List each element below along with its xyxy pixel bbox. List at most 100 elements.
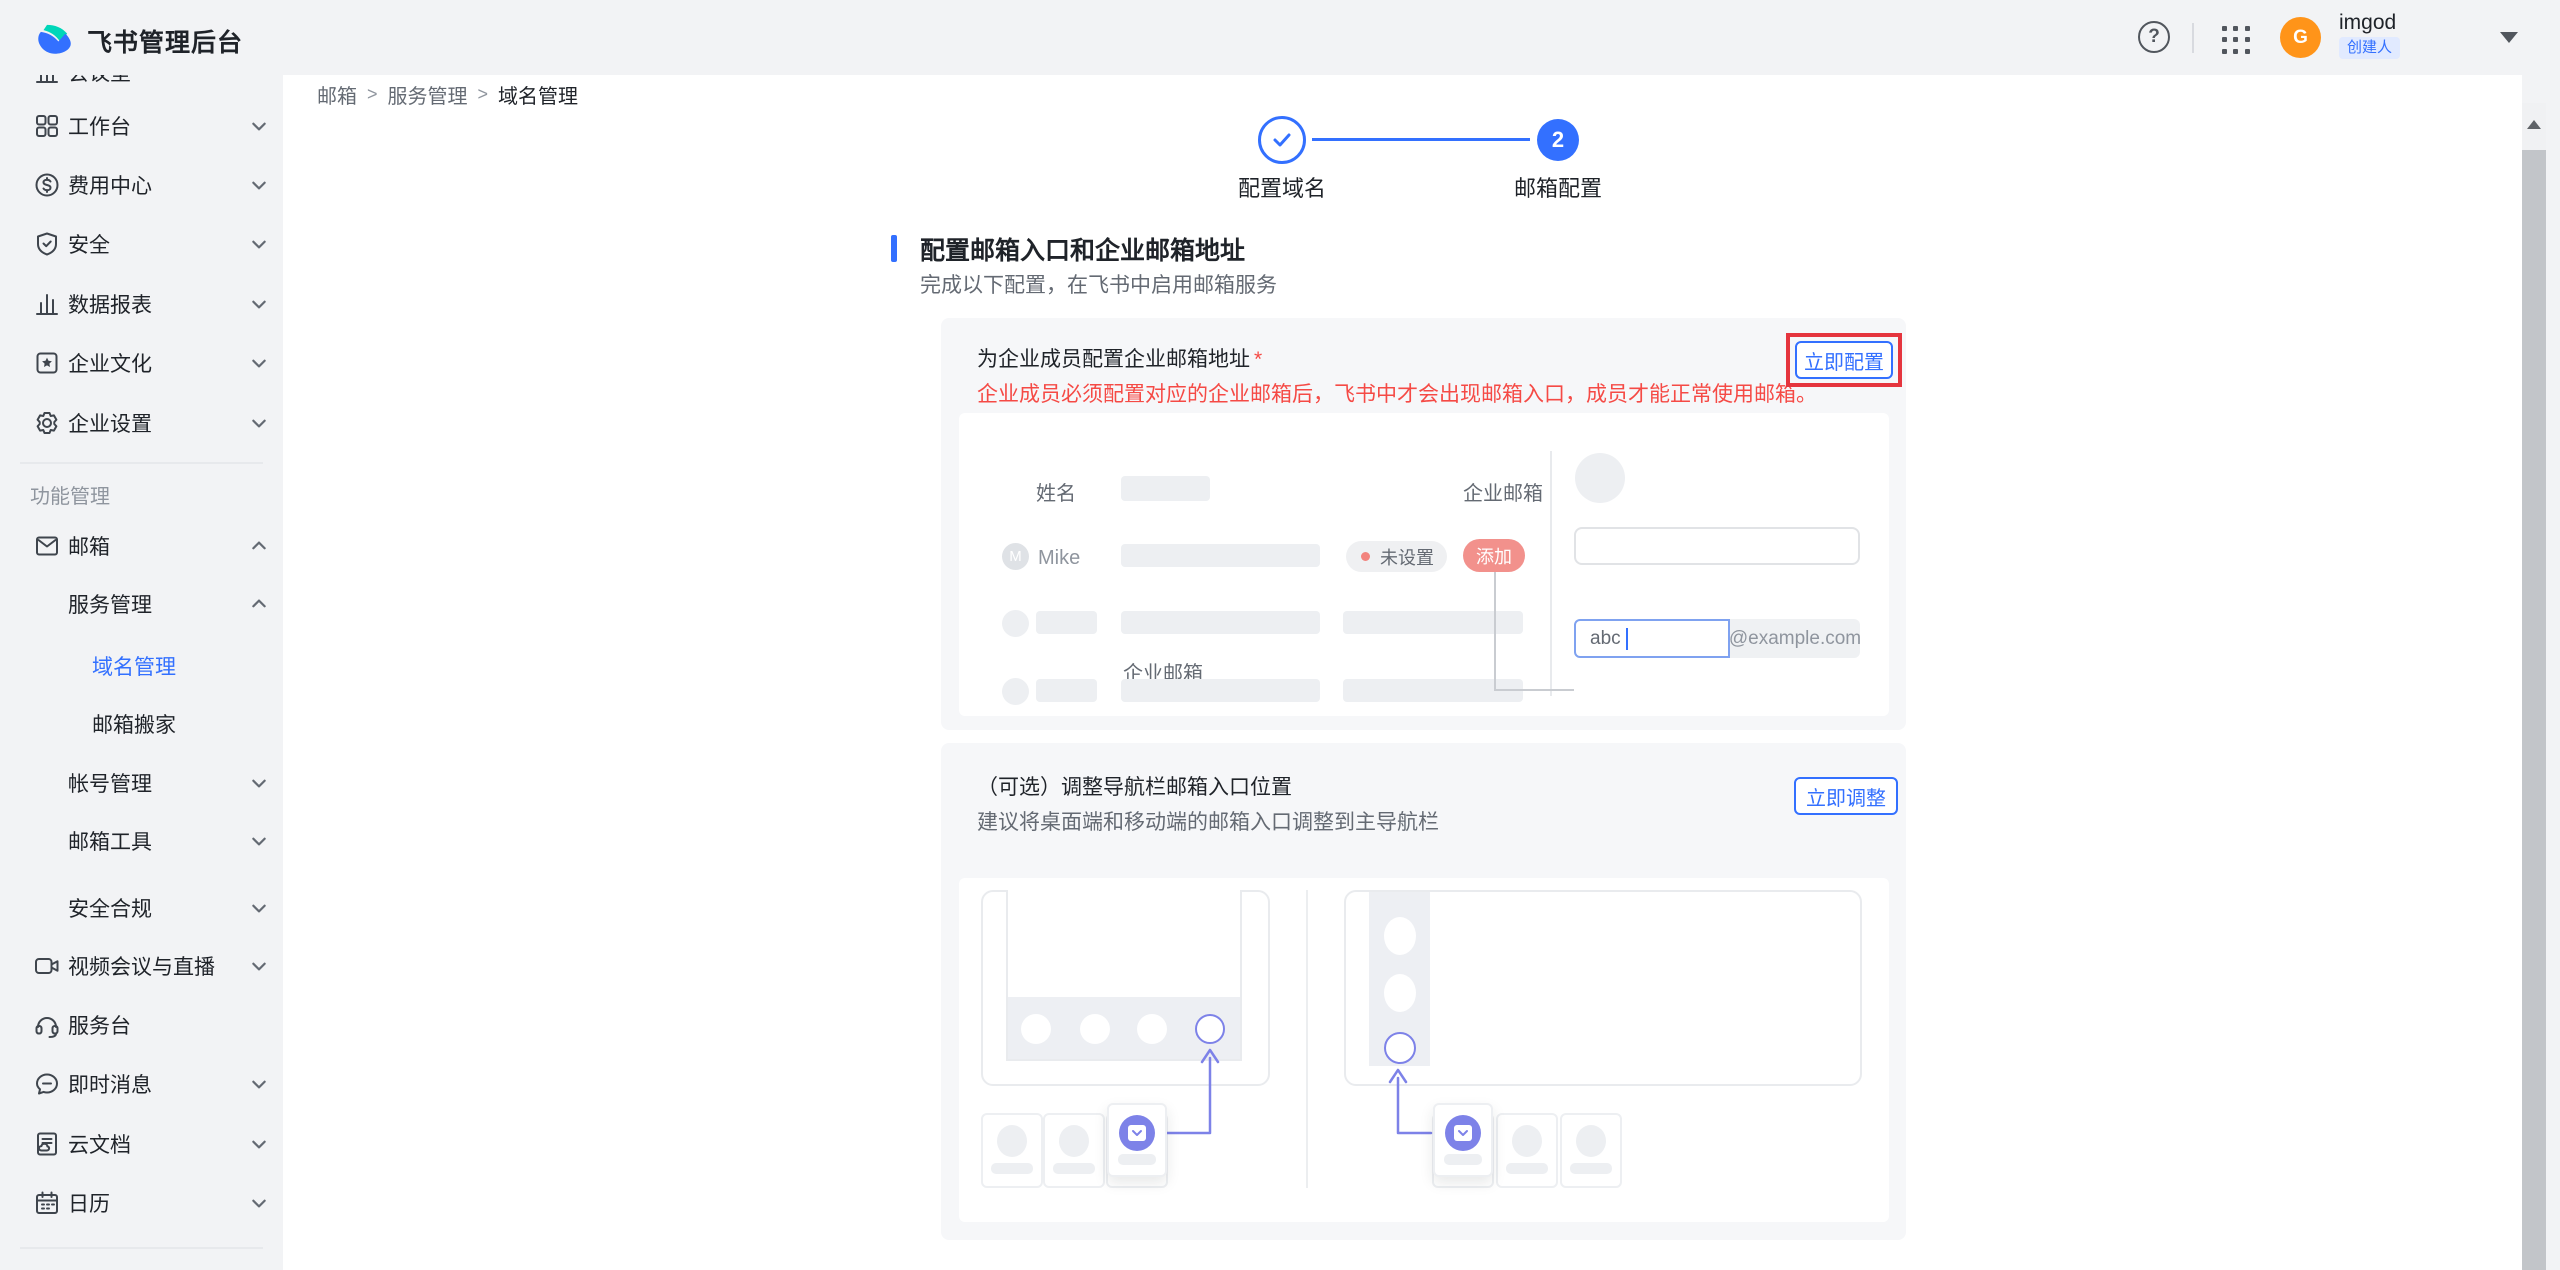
calendar-icon xyxy=(33,1189,61,1217)
breadcrumb-service-mgmt[interactable]: 服务管理 xyxy=(388,80,468,109)
sidebar-item-mail[interactable]: 邮箱 xyxy=(0,526,283,566)
video-icon xyxy=(33,952,61,980)
sidebar-item-mail-tools[interactable]: 邮箱工具 xyxy=(0,821,283,861)
header-divider xyxy=(2192,23,2194,53)
illustration-divider xyxy=(1306,890,1308,1188)
sidebar-item-data-report[interactable]: 数据报表 xyxy=(0,284,283,324)
sidebar-item-mail-migration[interactable]: 邮箱搬家 xyxy=(0,704,283,744)
member-name: Mike xyxy=(1038,547,1080,570)
scrollbar-thumb[interactable] xyxy=(2522,150,2546,1270)
card-warning-text: 企业成员必须配置对应的企业邮箱后，飞书中才会出现邮箱入口，成员才能正常使用邮箱。 xyxy=(977,378,1817,408)
sidebar-item-org-settings[interactable]: 企业设置 xyxy=(0,403,283,443)
chevron-down-icon xyxy=(250,117,268,135)
mail-app-card xyxy=(1107,1103,1167,1177)
chevron-up-icon xyxy=(250,595,268,613)
sidebar-item-im[interactable]: 即时消息 xyxy=(0,1064,283,1104)
skeleton-bar xyxy=(1036,611,1097,634)
add-pill-button: 添加 xyxy=(1463,539,1525,572)
scrollbar-up-arrow[interactable] xyxy=(2522,103,2546,145)
step-1-label: 配置域名 xyxy=(1218,171,1346,203)
step-2-badge: 2 xyxy=(1537,119,1579,161)
docs-icon xyxy=(33,1130,61,1158)
step-connector-line xyxy=(1312,138,1530,141)
breadcrumb-mail[interactable]: 邮箱 xyxy=(317,80,357,109)
mailbox-illustration: 姓名 企业邮箱 M Mike 未设置 添加 企业邮箱 xyxy=(959,413,1889,716)
connector-line xyxy=(1494,572,1496,691)
breadcrumb-separator: > xyxy=(367,84,378,105)
cost-center-icon xyxy=(33,171,61,199)
nav-illustration xyxy=(959,878,1889,1222)
sidebar-item-cloud-docs[interactable]: 云文档 xyxy=(0,1124,283,1164)
sidebar-item-domain-mgmt[interactable]: 域名管理 xyxy=(0,646,283,686)
card-title: （可选）调整导航栏邮箱入口位置 xyxy=(977,771,1292,801)
chevron-down-icon xyxy=(250,235,268,253)
required-mark: * xyxy=(1254,348,1262,371)
skeleton-bar xyxy=(1121,611,1320,634)
sidebar-item-helpdesk[interactable]: 服务台 xyxy=(0,1005,283,1045)
chevron-down-icon xyxy=(250,295,268,313)
sidebar-item-meeting-room[interactable]: 会议室 xyxy=(0,75,283,92)
email-suffix-box: @example.com xyxy=(1730,619,1860,658)
main-content: 邮箱 > 服务管理 > 域名管理 2 配置域名 邮箱配置 配置邮箱入口和企业邮箱… xyxy=(283,75,2546,1270)
help-icon[interactable]: ? xyxy=(2138,21,2170,53)
dropdown-caret-icon[interactable] xyxy=(2500,32,2518,43)
culture-icon xyxy=(33,349,61,377)
skeleton-avatar xyxy=(1002,678,1029,705)
chevron-down-icon xyxy=(250,1135,268,1153)
card-nav-entry: （可选）调整导航栏邮箱入口位置 建议将桌面端和移动端的邮箱入口调整到主导航栏 立… xyxy=(941,743,1906,1240)
app-logo: 飞书管理后台 xyxy=(33,17,243,64)
mail-bubble-icon xyxy=(1119,1115,1155,1151)
chevron-down-icon xyxy=(250,1075,268,1093)
nav-slot xyxy=(1384,974,1416,1012)
sidebar-section-label: 功能管理 xyxy=(30,480,110,509)
app-card xyxy=(1496,1113,1558,1188)
card-subtitle: 建议将桌面端和移动端的邮箱入口调整到主导航栏 xyxy=(977,806,1439,836)
sidebar-item-workplace[interactable]: 工作台 xyxy=(0,106,283,146)
sidebar-item-video-meeting[interactable]: 视频会议与直播 xyxy=(0,946,283,986)
email-prefix-input: abc xyxy=(1574,619,1730,658)
card-title: 为企业成员配置企业邮箱地址* xyxy=(977,343,1262,373)
app-card xyxy=(981,1113,1043,1188)
card-mailbox-address: 为企业成员配置企业邮箱地址* 企业成员必须配置对应的企业邮箱后，飞书中才会出现邮… xyxy=(941,318,1906,730)
chevron-down-icon xyxy=(250,414,268,432)
app-title: 飞书管理后台 xyxy=(87,23,243,59)
sidebar-item-calendar[interactable]: 日历 xyxy=(0,1183,283,1223)
breadcrumb: 邮箱 > 服务管理 > 域名管理 xyxy=(317,80,578,109)
skeleton-bar xyxy=(1036,679,1097,702)
sidebar-item-cost-center[interactable]: 费用中心 xyxy=(0,165,283,205)
status-badge: 未设置 xyxy=(1346,541,1447,572)
chevron-down-icon xyxy=(250,832,268,850)
page-title: 配置邮箱入口和企业邮箱地址 xyxy=(920,231,1245,267)
sidebar-item-service-mgmt[interactable]: 服务管理 xyxy=(0,584,283,624)
adjust-now-button[interactable]: 立即调整 xyxy=(1794,777,1898,815)
chevron-down-icon xyxy=(250,899,268,917)
step-2-label: 邮箱配置 xyxy=(1494,171,1622,203)
app-card xyxy=(1560,1113,1622,1188)
avatar[interactable]: G xyxy=(2280,17,2321,58)
illustration-name-header: 姓名 xyxy=(1036,477,1076,506)
user-name: imgod xyxy=(2339,11,2396,35)
nav-slot xyxy=(1021,1014,1051,1044)
user-role-badge: 创建人 xyxy=(2339,37,2400,59)
skeleton-avatar xyxy=(1002,610,1029,637)
top-header: 飞书管理后台 ? G imgod 创建人 xyxy=(0,0,2560,75)
apps-grid-icon[interactable] xyxy=(2222,26,2250,54)
workplace-icon xyxy=(33,112,61,140)
sidebar-item-account-mgmt[interactable]: 帐号管理 xyxy=(0,763,283,803)
right-gutter xyxy=(2546,75,2560,1270)
sidebar-item-culture[interactable]: 企业文化 xyxy=(0,343,283,383)
step-1-done-icon xyxy=(1258,116,1306,164)
mail-bubble-icon xyxy=(1445,1115,1481,1151)
chevron-up-icon xyxy=(250,537,268,555)
configure-now-button[interactable]: 立即配置 xyxy=(1795,341,1893,379)
sidebar: 会议室 工作台 费用中心 安全 数据报表 企业文化 企业设置 xyxy=(0,75,283,1270)
sidebar-item-security[interactable]: 安全 xyxy=(0,224,283,264)
chevron-down-icon xyxy=(250,774,268,792)
nav-target-slot xyxy=(1384,1032,1416,1064)
empty-input-box xyxy=(1574,527,1860,565)
chevron-down-icon xyxy=(250,1194,268,1212)
skeleton-bar xyxy=(1121,679,1320,702)
sidebar-item-security-compliance[interactable]: 安全合规 xyxy=(0,888,283,928)
illustration-divider xyxy=(1550,451,1552,696)
security-icon xyxy=(33,230,61,258)
